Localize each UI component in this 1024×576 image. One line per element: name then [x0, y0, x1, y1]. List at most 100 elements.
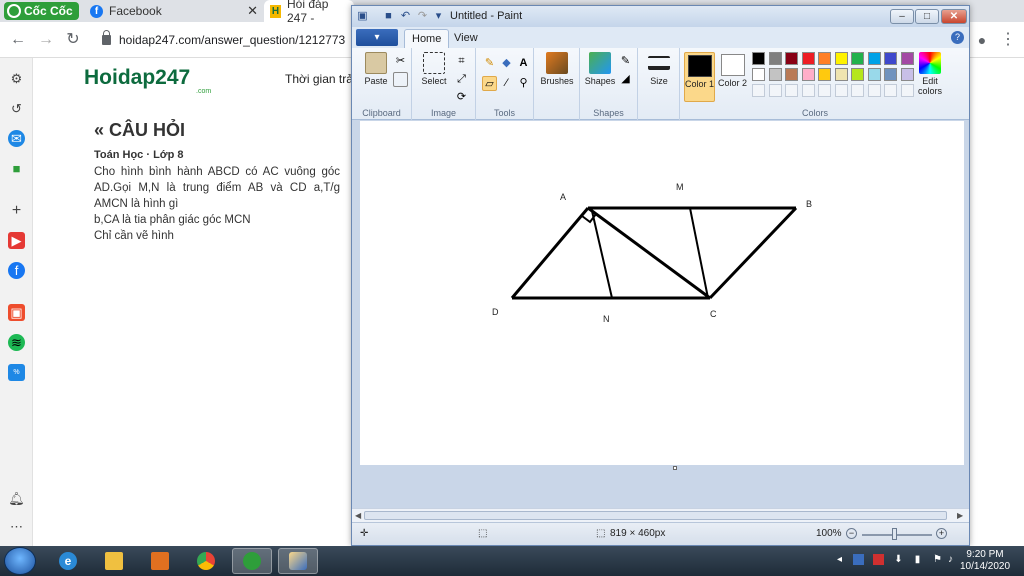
zoom-out-button[interactable]: −	[846, 528, 857, 539]
palette-swatch[interactable]	[834, 52, 848, 65]
custom-swatch[interactable]	[785, 84, 798, 97]
palette-swatch[interactable]	[818, 52, 831, 65]
taskbar-paint[interactable]	[278, 548, 318, 574]
forward-arrow-icon[interactable]: →	[36, 30, 56, 50]
taskbar-ie[interactable]: e	[48, 548, 88, 574]
copy-icon[interactable]	[393, 72, 408, 87]
crop-icon[interactable]: ⌗	[454, 54, 469, 69]
tray-volume-icon[interactable]: ♪	[945, 554, 956, 565]
hoidap247-logo[interactable]: Hoidap247 .com	[84, 66, 211, 95]
custom-swatch[interactable]	[752, 84, 765, 97]
color1-button[interactable]: Color 1	[684, 52, 715, 102]
redo-icon[interactable]: ↷	[416, 10, 429, 23]
back-arrow-icon[interactable]: ←	[8, 30, 28, 50]
eraser-icon[interactable]: ▱	[482, 76, 497, 91]
edit-colors-button[interactable]: Edit colors	[912, 52, 948, 96]
zoom-in-button[interactable]: +	[936, 528, 947, 539]
tray-expand-icon[interactable]: ◂	[834, 554, 845, 565]
tray-network-icon[interactable]: ▮	[912, 554, 923, 565]
maximize-button[interactable]: □	[915, 9, 939, 24]
select-button[interactable]: Select	[414, 52, 454, 86]
menu-icon[interactable]: ⋮	[998, 30, 1018, 50]
palette-swatch[interactable]	[785, 52, 798, 65]
palette-swatch[interactable]	[851, 52, 864, 65]
browser-brand-button[interactable]: Cốc Cốc	[4, 2, 79, 20]
scroll-right-icon[interactable]: ▶	[957, 509, 963, 522]
paste-button[interactable]: Paste	[356, 52, 396, 86]
messenger-icon[interactable]: ✉	[8, 130, 25, 147]
taskbar-media[interactable]	[140, 548, 180, 574]
custom-swatch[interactable]	[867, 84, 881, 97]
zoom-slider-thumb[interactable]	[892, 528, 897, 540]
taskbar-chrome[interactable]	[186, 548, 226, 574]
resize-icon[interactable]: ⤢	[454, 72, 469, 87]
pencil-icon[interactable]: ✎	[482, 56, 497, 71]
settings-gear-icon[interactable]: ⚙	[8, 70, 25, 87]
palette-swatch[interactable]	[884, 52, 897, 65]
shape-fill-icon[interactable]: ◢	[618, 72, 633, 87]
custom-swatch[interactable]	[801, 84, 815, 97]
save-icon[interactable]: ■	[382, 10, 395, 23]
taskbar-explorer[interactable]	[94, 548, 134, 574]
shopee-icon[interactable]: ▣	[8, 304, 25, 321]
palette-swatch[interactable]	[818, 68, 831, 81]
add-icon[interactable]: +	[8, 202, 25, 219]
customize-toolbar-icon[interactable]: ▾	[432, 10, 445, 23]
tab-facebook[interactable]: f Facebook ✕	[84, 0, 264, 22]
palette-swatch[interactable]	[785, 68, 798, 81]
text-tool-icon[interactable]: A	[516, 56, 531, 71]
youtube-icon[interactable]: ▶	[8, 232, 25, 249]
palette-swatch[interactable]	[801, 68, 815, 81]
palette-swatch[interactable]	[752, 52, 765, 65]
custom-swatch[interactable]	[851, 84, 864, 97]
custom-swatch[interactable]	[834, 84, 848, 97]
palette-swatch[interactable]	[867, 68, 881, 81]
profile-icon[interactable]: ●	[972, 30, 992, 50]
close-button[interactable]: ✕	[941, 9, 967, 24]
outline-icon[interactable]: ✎	[618, 54, 633, 69]
brushes-button[interactable]: Brushes	[537, 52, 577, 86]
tab-home[interactable]: Home	[404, 29, 450, 48]
start-button[interactable]	[4, 547, 36, 575]
palette-swatch[interactable]	[768, 68, 782, 81]
tray-antivirus-icon[interactable]	[873, 554, 884, 565]
palette-swatch[interactable]	[752, 68, 765, 81]
paint-app-icon[interactable]: ▣	[356, 10, 369, 23]
scroll-left-icon[interactable]: ◀	[355, 509, 361, 522]
more-icon[interactable]: ⋯	[8, 518, 25, 535]
horizontal-scrollbar[interactable]: ◀ ▶	[352, 508, 969, 522]
custom-swatch[interactable]	[884, 84, 897, 97]
minimize-button[interactable]: –	[890, 9, 914, 24]
drawing-canvas[interactable]: A M B D N C	[360, 121, 964, 470]
palette-swatch[interactable]	[801, 52, 815, 65]
help-icon[interactable]: ?	[951, 31, 964, 44]
tray-app-icon[interactable]	[853, 554, 864, 565]
palette-swatch[interactable]	[884, 68, 897, 81]
size-button[interactable]: Size	[639, 52, 679, 86]
facebook-sidebar-icon[interactable]: f	[8, 262, 25, 279]
history-icon[interactable]: ↺	[8, 100, 25, 117]
undo-icon[interactable]: ↶	[399, 10, 412, 23]
custom-swatch[interactable]	[768, 84, 782, 97]
tray-flag-icon[interactable]: ⚑	[932, 554, 943, 565]
notification-bell-icon[interactable]: 🔔︎	[8, 490, 25, 507]
canvas-resize-handle[interactable]	[673, 466, 677, 470]
palette-swatch[interactable]	[867, 52, 881, 65]
promo-badge-icon[interactable]: %	[8, 364, 25, 381]
taskbar-clock[interactable]: 9:20 PM 10/14/2020	[960, 549, 1010, 573]
shapes-button[interactable]: Shapes	[580, 52, 620, 86]
game-controller-icon[interactable]: ■	[8, 160, 25, 177]
taskbar-coccoc[interactable]	[232, 548, 272, 574]
cut-icon[interactable]: ✂	[393, 54, 408, 69]
reload-icon[interactable]: ↻	[63, 30, 83, 50]
custom-swatch[interactable]	[818, 84, 831, 97]
palette-swatch[interactable]	[768, 52, 782, 65]
zoom-slider-track[interactable]	[862, 534, 932, 536]
spotify-icon[interactable]: ≋	[8, 334, 25, 351]
color-picker-icon[interactable]: ⁄	[499, 76, 514, 91]
tray-update-icon[interactable]: ⬇	[893, 554, 904, 565]
palette-swatch[interactable]	[851, 68, 864, 81]
fill-icon[interactable]: ◆	[499, 56, 514, 71]
rotate-icon[interactable]: ⟳	[454, 90, 469, 105]
tab-hoidap247[interactable]: H Hỏi đáp 247 -	[264, 0, 354, 25]
